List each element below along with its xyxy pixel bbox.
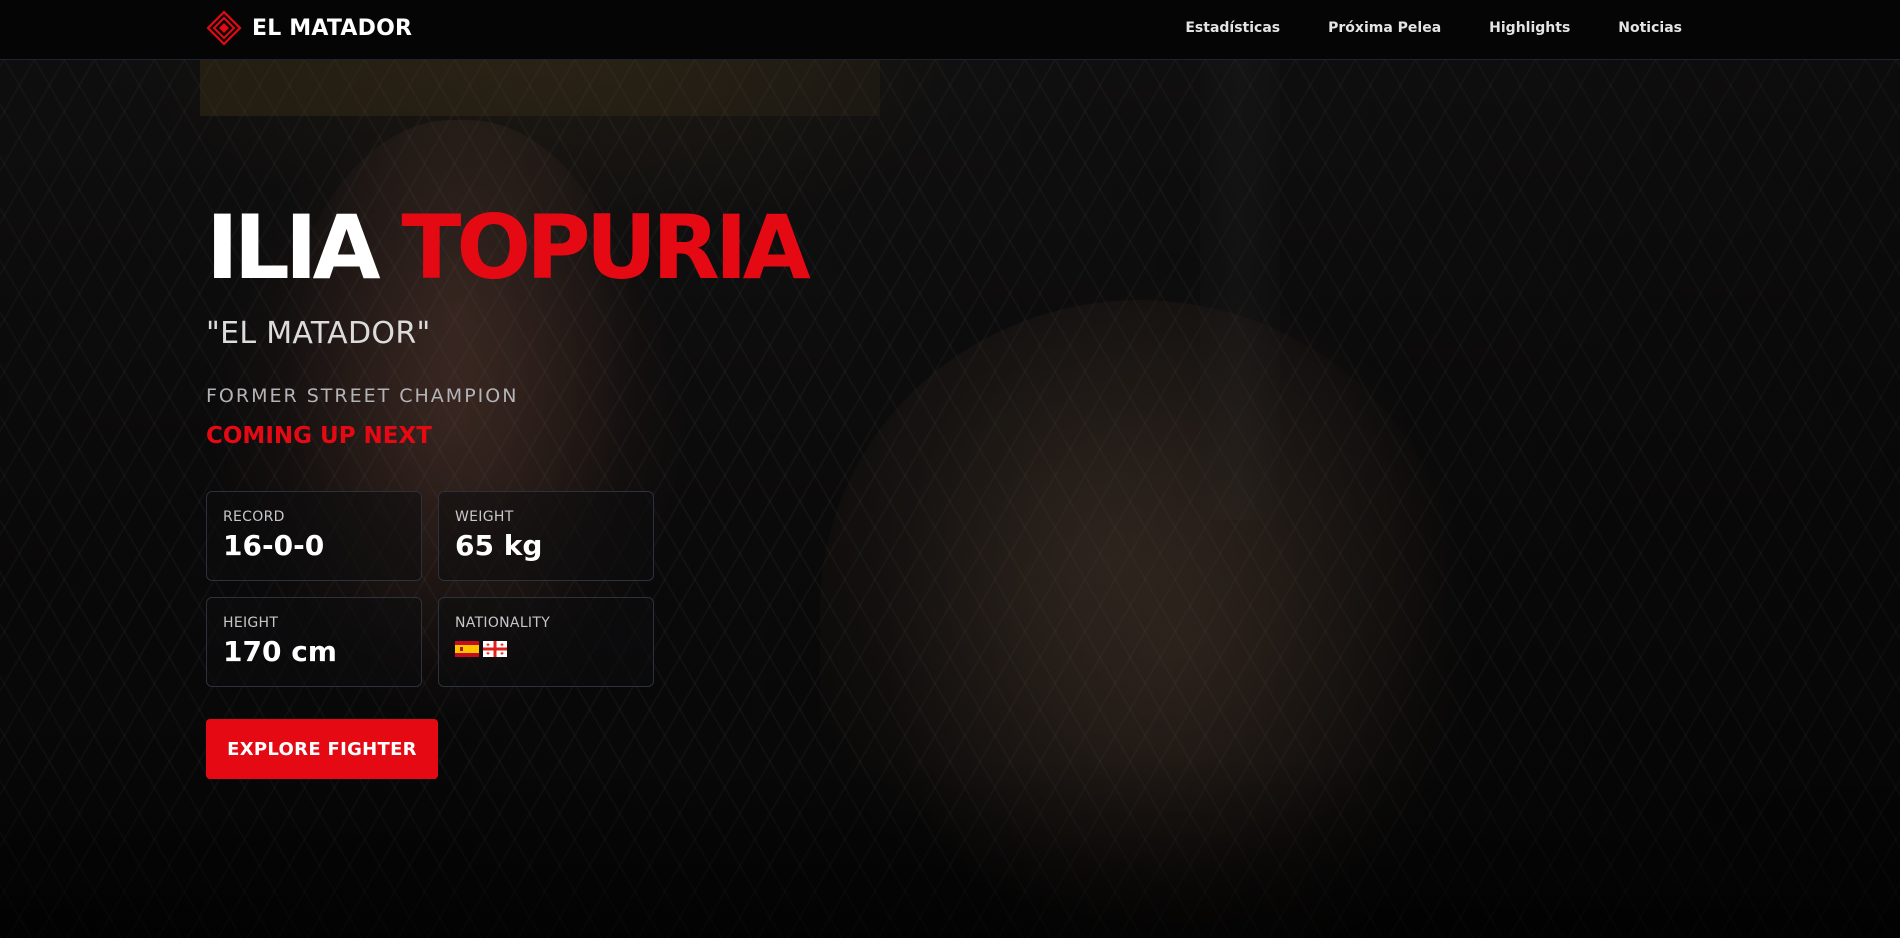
stat-value-height: 170 cm: [223, 635, 337, 668]
fighter-first-name: ILIA: [206, 196, 381, 299]
stat-label: RECORD: [223, 509, 285, 525]
brand-home-link[interactable]: EL MATADOR: [206, 10, 412, 46]
hero-section: ILIA TOPURIA "EL MATADOR" FORMER STREET …: [206, 200, 906, 779]
nationality-flags: [455, 641, 637, 657]
stat-card-weight: WEIGHT 65 kg: [438, 491, 654, 581]
stat-value-weight: 65 kg: [455, 529, 543, 562]
stat-card-nationality: NATIONALITY: [438, 597, 654, 687]
nav-link-estadisticas[interactable]: Estadísticas: [1185, 20, 1280, 36]
fighter-last-name: TOPURIA: [401, 196, 810, 299]
fight-status: COMING UP NEXT: [206, 423, 432, 449]
stat-label: HEIGHT: [223, 615, 279, 631]
nav-link-noticias[interactable]: Noticias: [1618, 20, 1682, 36]
main-nav: Estadísticas Próxima Pelea Highlights No…: [1185, 0, 1682, 56]
nav-link-proxima-pelea[interactable]: Próxima Pelea: [1328, 20, 1441, 36]
fighter-name: ILIA TOPURIA: [206, 200, 906, 296]
stat-card-height: HEIGHT 170 cm: [206, 597, 422, 687]
nav-link-highlights[interactable]: Highlights: [1489, 20, 1570, 36]
fighter-stats-grid: RECORD 16-0-0 WEIGHT 65 kg HEIGHT 170 cm…: [206, 491, 906, 687]
brand-name: EL MATADOR: [252, 15, 413, 41]
nav-item-proxima-pelea: Próxima Pelea: [1328, 19, 1441, 37]
stat-label: NATIONALITY: [455, 615, 551, 631]
stat-card-record: RECORD 16-0-0: [206, 491, 422, 581]
nav-item-estadisticas: Estadísticas: [1185, 19, 1280, 37]
nav-item-highlights: Highlights: [1489, 19, 1570, 37]
stat-label: WEIGHT: [455, 509, 514, 525]
explore-fighter-button[interactable]: EXPLORE FIGHTER: [206, 719, 438, 779]
spain-flag-icon: [455, 641, 479, 657]
nav-item-noticias: Noticias: [1618, 19, 1682, 37]
background-bottom-fade: [0, 758, 1900, 938]
georgia-flag-icon: [483, 641, 507, 657]
stat-value-record: 16-0-0: [223, 529, 325, 562]
diamond-logo-icon: [206, 10, 242, 46]
fighter-subtitle: FORMER STREET CHAMPION: [206, 385, 519, 407]
top-navbar: EL MATADOR Estadísticas Próxima Pelea Hi…: [0, 0, 1900, 60]
fighter-nickname: "EL MATADOR": [206, 316, 431, 351]
